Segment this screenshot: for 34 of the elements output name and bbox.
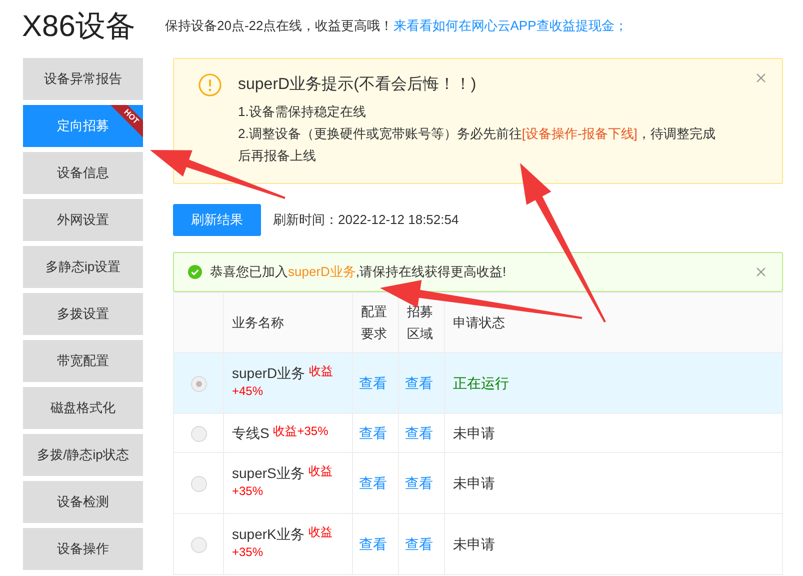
check-circle-icon <box>188 265 202 279</box>
sidebar-item[interactable]: 设备检测 <box>23 481 143 523</box>
refresh-time: 刷新时间：2022-12-12 18:52:54 <box>273 211 459 230</box>
service-name: superK业务 收益+35% <box>232 526 332 561</box>
service-name: superS业务 收益+35% <box>232 464 332 500</box>
sidebar-item[interactable]: 设备操作 <box>23 528 143 570</box>
sidebar-item[interactable]: 设备异常报告 <box>23 58 143 100</box>
status-text: 未申请 <box>453 424 495 440</box>
radio-button[interactable] <box>190 536 206 553</box>
sidebar-item[interactable]: 磁盘格式化 <box>23 387 143 429</box>
status-text: 未申请 <box>453 536 495 552</box>
alert-text: 2.调整设备（更换硬件或宽带账号等）务必先前往[设备操作-报备下线]，待调整完成后再报备上线 <box>238 125 716 165</box>
page-title: X86设备 <box>22 8 136 44</box>
notice-text: 保持设备20点-22点在线，收益更高哦！ <box>165 17 394 36</box>
alert-title: superD业务提示(不看会后悔！！) <box>238 74 478 95</box>
sidebar-item[interactable]: 多拨/静态ip状态 <box>23 434 143 476</box>
sidebar-item[interactable]: 外网设置 <box>23 199 143 241</box>
close-icon[interactable] <box>756 267 766 277</box>
radio-button[interactable] <box>190 426 206 442</box>
close-icon[interactable] <box>756 73 766 83</box>
sidebar-item[interactable]: 设备信息 <box>23 152 143 194</box>
success-text: 恭喜您已加入superD业务,请保持在线获得更高收益! <box>210 263 508 282</box>
status-text: 正在运行 <box>453 374 509 390</box>
warning-icon <box>198 73 222 97</box>
service-name: 专线S 收益+35% <box>232 424 328 441</box>
sidebar-item[interactable]: 多拨设置 <box>23 293 143 335</box>
radio-button[interactable] <box>190 476 206 492</box>
radio-button[interactable] <box>190 376 206 392</box>
sidebar-item[interactable]: 多静态ip设置 <box>23 246 143 288</box>
service-name: superD业务 收益+45% <box>232 364 334 400</box>
column-header: 申请状态 <box>444 292 782 352</box>
status-text: 未申请 <box>453 474 495 490</box>
sidebar-item[interactable]: 带宽配置 <box>23 340 143 382</box>
alert-text: 1.设备需保持稳定在线 <box>238 103 367 121</box>
